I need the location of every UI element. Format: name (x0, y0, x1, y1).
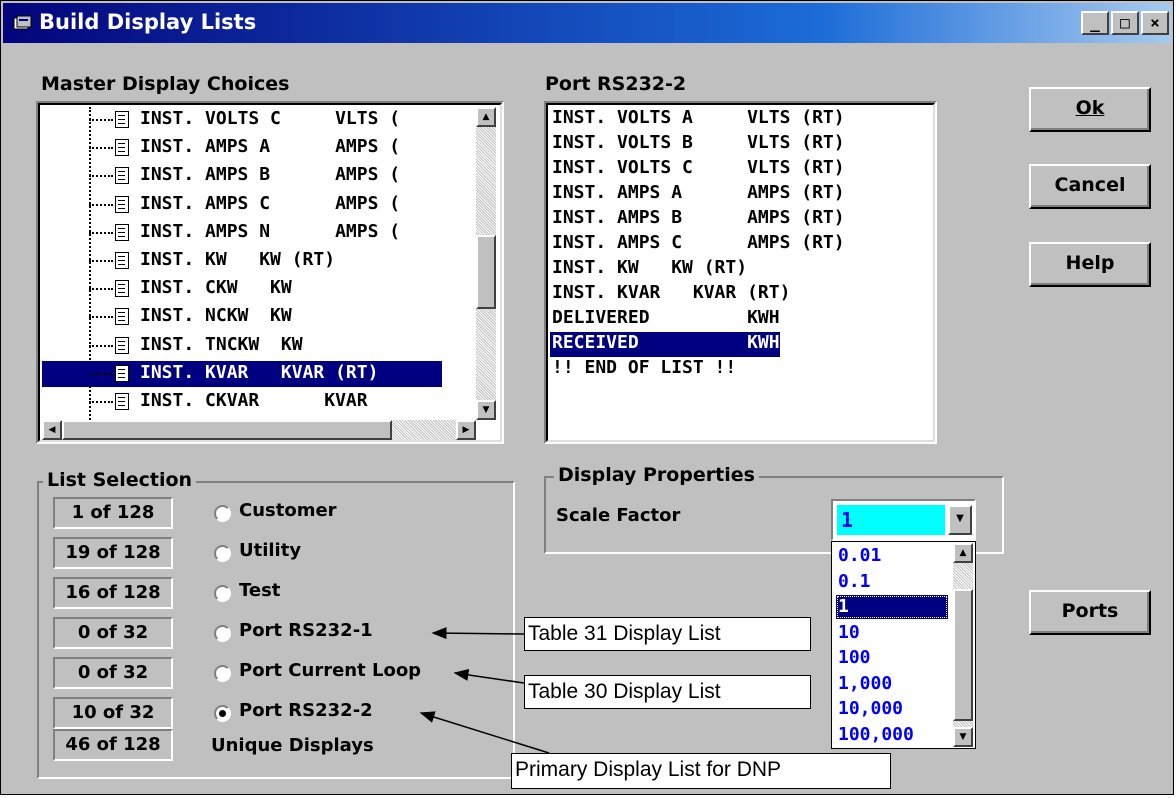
callout-arrows (419, 627, 550, 754)
arrow-primary (419, 711, 550, 754)
build-display-lists-window: Build Display Lists _ □ × Master Display… (0, 0, 1174, 795)
arrow-table31 (431, 627, 525, 640)
arrow-table30 (453, 668, 525, 684)
